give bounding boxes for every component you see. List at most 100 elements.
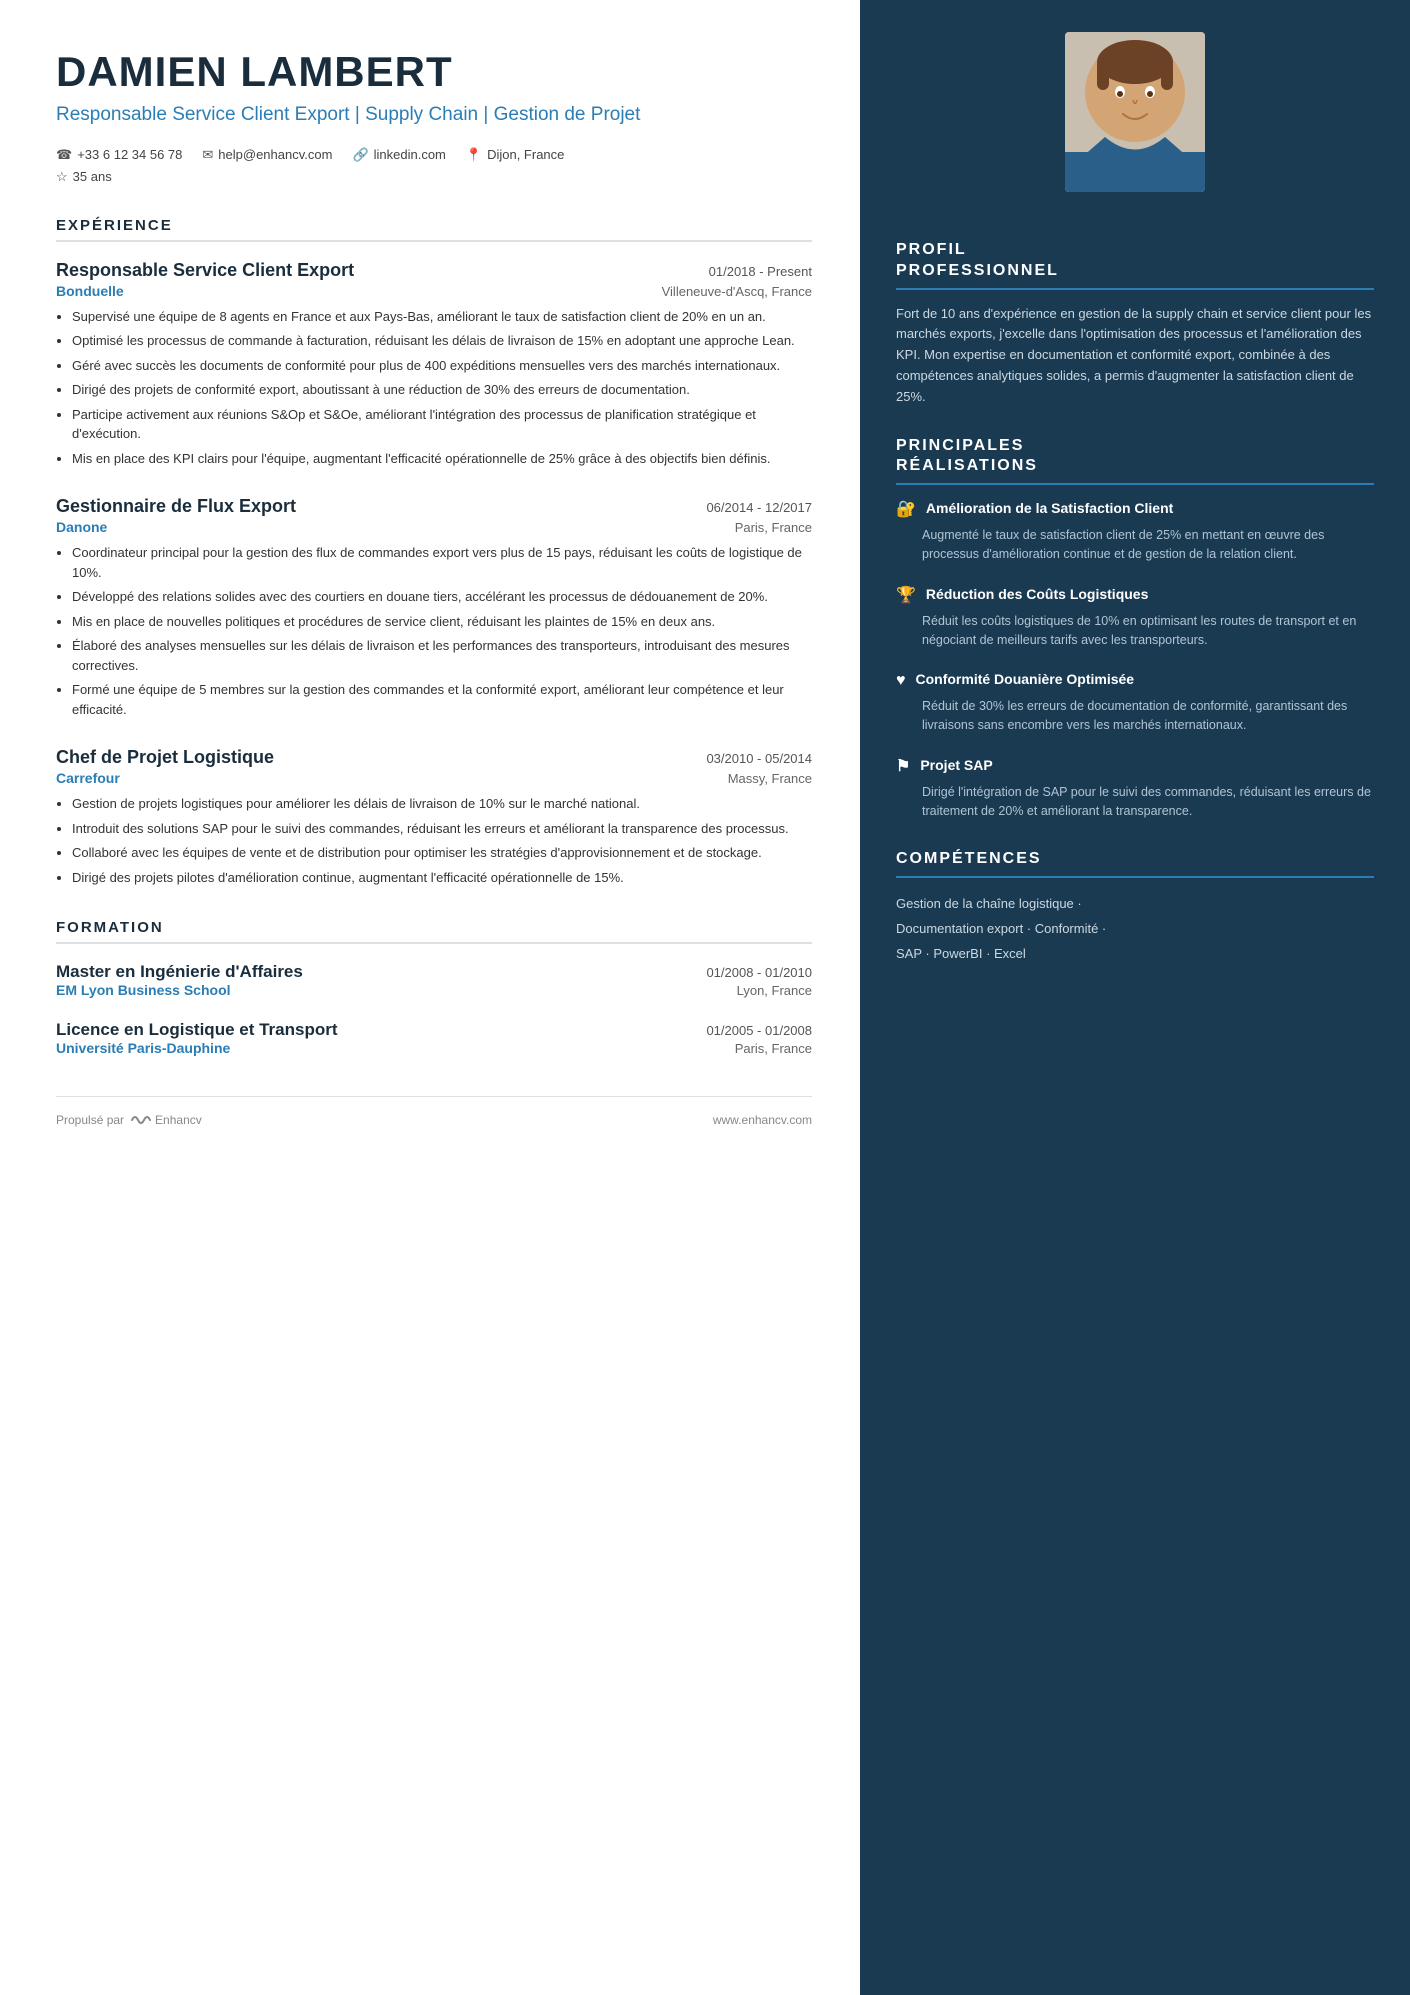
realisation-desc-1: Augmenté le taux de satisfaction client … bbox=[896, 526, 1374, 565]
edu-date-1: 01/2008 - 01/2010 bbox=[706, 965, 812, 980]
realisations-title: PRINCIPALES RÉALISATIONS bbox=[896, 436, 1374, 486]
edu-location-1: Lyon, France bbox=[737, 983, 812, 998]
header: DAMIEN LAMBERT Responsable Service Clien… bbox=[56, 48, 812, 185]
realisation-label-4: Projet SAP bbox=[920, 756, 992, 774]
competences-text: Gestion de la chaîne logistique · Docume… bbox=[896, 892, 1374, 966]
bullet: Élaboré des analyses mensuelles sur les … bbox=[72, 636, 812, 675]
bullet: Développé des relations solides avec des… bbox=[72, 587, 812, 607]
competence-line-1: Gestion de la chaîne logistique · bbox=[896, 896, 1082, 911]
realisation-label-2: Réduction des Coûts Logistiques bbox=[926, 585, 1148, 603]
realisation-title-4: ⚑ Projet SAP bbox=[896, 756, 1374, 778]
exp-header-1: Responsable Service Client Export 01/201… bbox=[56, 260, 812, 281]
realisation-icon-1: 🔐 bbox=[896, 500, 916, 521]
edu-item-2: Licence en Logistique et Transport 01/20… bbox=[56, 1020, 812, 1056]
edu-school-1: EM Lyon Business School bbox=[56, 982, 231, 998]
resume-page: DAMIEN LAMBERT Responsable Service Clien… bbox=[0, 0, 1410, 1995]
footer-left: Propulsé par Enhancv www.enhancv.com bbox=[56, 1096, 812, 1127]
footer-website: www.enhancv.com bbox=[713, 1113, 812, 1127]
bullet: Gestion de projets logistiques pour amél… bbox=[72, 794, 812, 814]
exp-company-3: Carrefour bbox=[56, 770, 120, 786]
bullet: Participe activement aux réunions S&Op e… bbox=[72, 405, 812, 444]
realisation-title-3: ♥ Conformité Douanière Optimisée bbox=[896, 670, 1374, 692]
left-column: DAMIEN LAMBERT Responsable Service Clien… bbox=[0, 0, 860, 1995]
email-contact: ✉ help@enhancv.com bbox=[202, 147, 332, 163]
exp-item-3: Chef de Projet Logistique 03/2010 - 05/2… bbox=[56, 747, 812, 887]
email-address: help@enhancv.com bbox=[218, 147, 332, 162]
competence-line-2: Documentation export · Conformité · bbox=[896, 921, 1106, 936]
realisation-3: ♥ Conformité Douanière Optimisée Réduit … bbox=[896, 670, 1374, 736]
star-icon: ☆ bbox=[56, 169, 68, 185]
phone-icon: ☎ bbox=[56, 147, 72, 163]
location-text: Dijon, France bbox=[487, 147, 564, 162]
linkedin-url: linkedin.com bbox=[374, 147, 446, 162]
exp-bullets-3: Gestion de projets logistiques pour amél… bbox=[56, 794, 812, 887]
bullet: Formé une équipe de 5 membres sur la ges… bbox=[72, 680, 812, 719]
realisation-icon-4: ⚑ bbox=[896, 757, 910, 778]
exp-date-2: 06/2014 - 12/2017 bbox=[706, 500, 812, 515]
exp-title-3: Chef de Projet Logistique bbox=[56, 747, 274, 768]
realisation-title-1: 🔐 Amélioration de la Satisfaction Client bbox=[896, 499, 1374, 521]
age-row: ☆ 35 ans bbox=[56, 169, 812, 185]
exp-subrow-2: Danone Paris, France bbox=[56, 519, 812, 535]
candidate-title: Responsable Service Client Export | Supp… bbox=[56, 102, 812, 129]
photo-svg bbox=[1065, 32, 1205, 192]
realisations-section: PRINCIPALES RÉALISATIONS 🔐 Amélioration … bbox=[860, 436, 1410, 822]
exp-bullets-2: Coordinateur principal pour la gestion d… bbox=[56, 543, 812, 719]
realisation-icon-3: ♥ bbox=[896, 671, 906, 692]
bullet: Mis en place de nouvelles politiques et … bbox=[72, 612, 812, 632]
edu-degree-2: Licence en Logistique et Transport bbox=[56, 1020, 338, 1040]
edu-item-1: Master en Ingénierie d'Affaires 01/2008 … bbox=[56, 962, 812, 998]
exp-title-1: Responsable Service Client Export bbox=[56, 260, 354, 281]
exp-item-2: Gestionnaire de Flux Export 06/2014 - 12… bbox=[56, 496, 812, 719]
competences-section: COMPÉTENCES Gestion de la chaîne logisti… bbox=[860, 849, 1410, 966]
realisation-label-3: Conformité Douanière Optimisée bbox=[916, 670, 1135, 688]
exp-item-1: Responsable Service Client Export 01/201… bbox=[56, 260, 812, 469]
exp-company-2: Danone bbox=[56, 519, 107, 535]
profil-title-text: PROFIL PROFESSIONNEL bbox=[896, 241, 1059, 279]
phone-contact: ☎ +33 6 12 34 56 78 bbox=[56, 147, 182, 163]
realisation-2: 🏆 Réduction des Coûts Logistiques Réduit… bbox=[896, 585, 1374, 651]
realisation-1: 🔐 Amélioration de la Satisfaction Client… bbox=[896, 499, 1374, 565]
realisation-desc-3: Réduit de 30% les erreurs de documentati… bbox=[896, 697, 1374, 736]
profil-text: Fort de 10 ans d'expérience en gestion d… bbox=[896, 304, 1374, 408]
exp-bullets-1: Supervisé une équipe de 8 agents en Fran… bbox=[56, 307, 812, 469]
realisation-desc-4: Dirigé l'intégration de SAP pour le suiv… bbox=[896, 783, 1374, 822]
photo-area bbox=[860, 0, 1410, 212]
exp-location-3: Massy, France bbox=[728, 771, 812, 786]
edu-date-2: 01/2005 - 01/2008 bbox=[706, 1023, 812, 1038]
realisation-desc-2: Réduit les coûts logistiques de 10% en o… bbox=[896, 612, 1374, 651]
realisation-title-2: 🏆 Réduction des Coûts Logistiques bbox=[896, 585, 1374, 607]
bullet: Optimisé les processus de commande à fac… bbox=[72, 331, 812, 351]
exp-title-2: Gestionnaire de Flux Export bbox=[56, 496, 296, 517]
enhancv-logo: Enhancv bbox=[130, 1113, 202, 1127]
formation-section-title: FORMATION bbox=[56, 919, 812, 944]
footer-brand: Propulsé par Enhancv bbox=[56, 1113, 202, 1127]
realisation-4: ⚑ Projet SAP Dirigé l'intégration de SAP… bbox=[896, 756, 1374, 822]
location-icon: 📍 bbox=[466, 147, 482, 163]
edu-school-2: Université Paris-Dauphine bbox=[56, 1040, 230, 1056]
exp-header-3: Chef de Projet Logistique 03/2010 - 05/2… bbox=[56, 747, 812, 768]
edu-degree-1: Master en Ingénierie d'Affaires bbox=[56, 962, 303, 982]
realisations-title-text: PRINCIPALES RÉALISATIONS bbox=[896, 437, 1038, 475]
location-contact: 📍 Dijon, France bbox=[466, 147, 565, 163]
exp-location-1: Villeneuve-d'Ascq, France bbox=[662, 284, 812, 299]
profil-section: PROFIL PROFESSIONNEL Fort de 10 ans d'ex… bbox=[860, 240, 1410, 408]
phone-number: +33 6 12 34 56 78 bbox=[77, 147, 182, 162]
competence-line-3: SAP · PowerBI · Excel bbox=[896, 946, 1026, 961]
realisation-icon-2: 🏆 bbox=[896, 586, 916, 607]
linkedin-icon: 🔗 bbox=[352, 147, 368, 163]
bullet: Introduit des solutions SAP pour le suiv… bbox=[72, 819, 812, 839]
exp-subrow-1: Bonduelle Villeneuve-d'Ascq, France bbox=[56, 283, 812, 299]
experience-section-title: EXPÉRIENCE bbox=[56, 217, 812, 242]
exp-header-2: Gestionnaire de Flux Export 06/2014 - 12… bbox=[56, 496, 812, 517]
bullet: Dirigé des projets pilotes d'amélioratio… bbox=[72, 868, 812, 888]
powered-by-text: Propulsé par bbox=[56, 1113, 124, 1127]
edu-subrow-1: EM Lyon Business School Lyon, France bbox=[56, 982, 812, 998]
linkedin-contact: 🔗 linkedin.com bbox=[352, 147, 445, 163]
bullet: Mis en place des KPI clairs pour l'équip… bbox=[72, 449, 812, 469]
edu-location-2: Paris, France bbox=[735, 1041, 812, 1056]
bullet: Géré avec succès les documents de confor… bbox=[72, 356, 812, 376]
email-icon: ✉ bbox=[202, 147, 213, 163]
candidate-photo bbox=[1065, 32, 1205, 192]
brand-name: Enhancv bbox=[155, 1113, 202, 1127]
